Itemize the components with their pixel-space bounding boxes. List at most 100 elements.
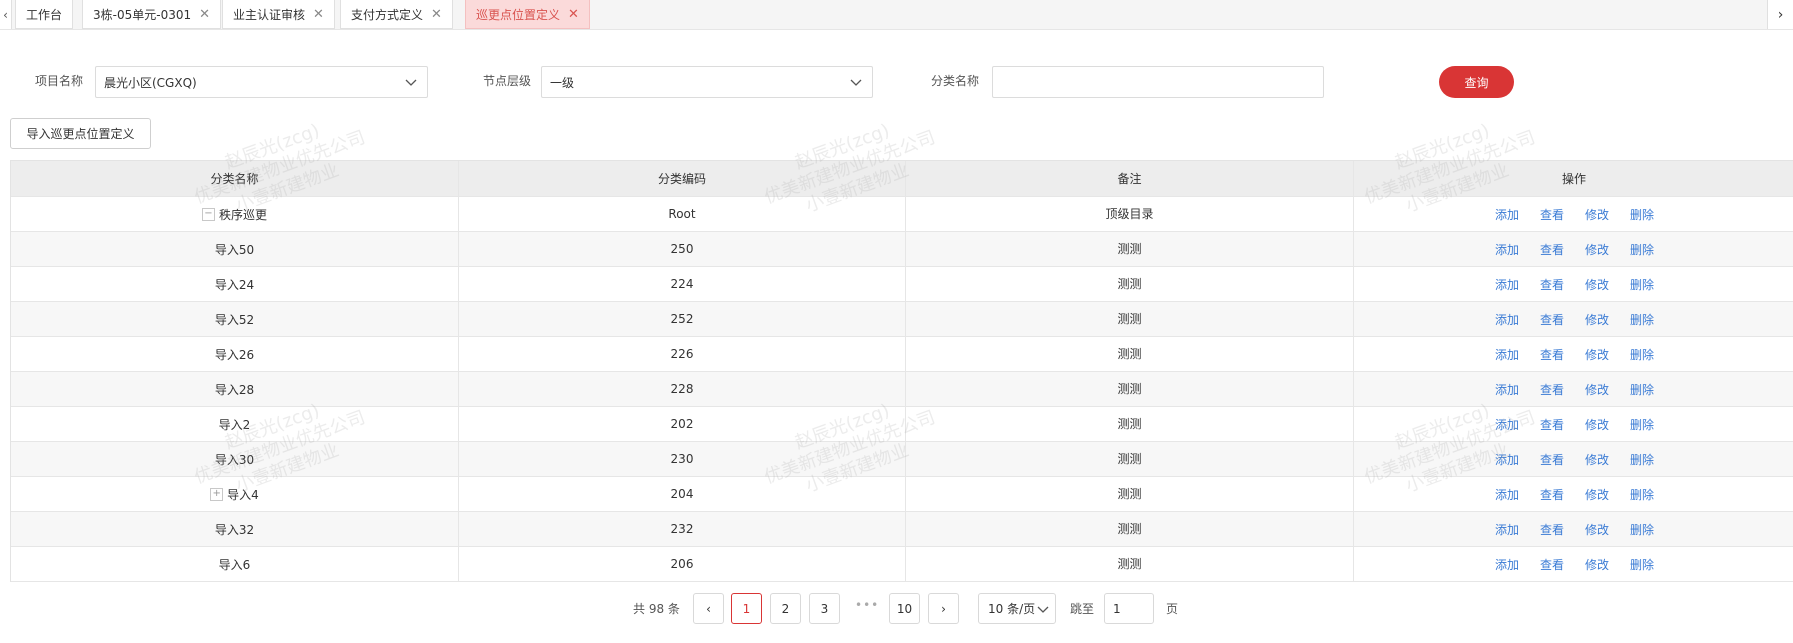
chevron-down-icon bbox=[405, 79, 417, 86]
jump-page-input[interactable]: 1 bbox=[1104, 593, 1154, 624]
close-icon[interactable]: ✕ bbox=[431, 7, 442, 22]
page-suffix: 页 bbox=[1166, 602, 1179, 616]
edit-link[interactable]: 修改 bbox=[1585, 416, 1609, 433]
query-button[interactable]: 查询 bbox=[1439, 66, 1514, 98]
pagination-ellipsis[interactable]: ••• bbox=[855, 598, 878, 612]
actions-cell: 添加 查看 修改 删除 bbox=[1354, 372, 1793, 406]
add-link[interactable]: 添加 bbox=[1495, 416, 1519, 433]
edit-link[interactable]: 修改 bbox=[1585, 486, 1609, 503]
add-link[interactable]: 添加 bbox=[1495, 311, 1519, 328]
add-link[interactable]: 添加 bbox=[1495, 486, 1519, 503]
edit-link[interactable]: 修改 bbox=[1585, 311, 1609, 328]
delete-link[interactable]: 删除 bbox=[1630, 311, 1654, 328]
view-link[interactable]: 查看 bbox=[1540, 416, 1564, 433]
tab-scroll-right-button[interactable]: › bbox=[1767, 0, 1793, 29]
edit-link[interactable]: 修改 bbox=[1585, 521, 1609, 538]
delete-link[interactable]: 删除 bbox=[1630, 241, 1654, 258]
category-code-cell: 252 bbox=[459, 302, 906, 336]
category-name: 导入4 bbox=[227, 487, 259, 502]
view-link[interactable]: 查看 bbox=[1540, 311, 1564, 328]
add-link[interactable]: 添加 bbox=[1495, 241, 1519, 258]
prev-page-button[interactable]: ‹ bbox=[693, 593, 724, 624]
close-icon[interactable]: ✕ bbox=[313, 7, 324, 22]
close-icon[interactable]: ✕ bbox=[568, 7, 579, 22]
delete-link[interactable]: 删除 bbox=[1630, 206, 1654, 223]
expand-icon[interactable]: + bbox=[210, 487, 224, 501]
table-row: 导入30 230 测测 添加 查看 修改 删除 bbox=[11, 442, 1793, 477]
tab-owner-verification[interactable]: 业主认证审核 ✕ bbox=[222, 0, 335, 29]
level-value: 一级 bbox=[550, 75, 575, 90]
view-link[interactable]: 查看 bbox=[1540, 241, 1564, 258]
collapse-icon[interactable]: − bbox=[201, 207, 215, 221]
actions-cell: 添加 查看 修改 删除 bbox=[1354, 442, 1793, 476]
project-label: 项目名称 bbox=[35, 74, 84, 88]
page-button-1[interactable]: 1 bbox=[731, 593, 762, 624]
edit-link[interactable]: 修改 bbox=[1585, 206, 1609, 223]
category-name: 导入24 bbox=[214, 277, 255, 292]
view-link[interactable]: 查看 bbox=[1540, 556, 1564, 573]
category-name-cell: + 导入4 bbox=[11, 477, 459, 511]
delete-link[interactable]: 删除 bbox=[1630, 486, 1654, 503]
delete-link[interactable]: 删除 bbox=[1630, 451, 1654, 468]
edit-link[interactable]: 修改 bbox=[1585, 276, 1609, 293]
tab-room-0301[interactable]: 3栋-05单元-0301 ✕ bbox=[82, 0, 222, 29]
category-code-cell: 228 bbox=[459, 372, 906, 406]
delete-link[interactable]: 删除 bbox=[1630, 416, 1654, 433]
add-link[interactable]: 添加 bbox=[1495, 521, 1519, 538]
delete-link[interactable]: 删除 bbox=[1630, 556, 1654, 573]
table-row: 导入26 226 测测 添加 查看 修改 删除 bbox=[11, 337, 1793, 372]
add-link[interactable]: 添加 bbox=[1495, 451, 1519, 468]
view-link[interactable]: 查看 bbox=[1540, 381, 1564, 398]
delete-link[interactable]: 删除 bbox=[1630, 521, 1654, 538]
add-link[interactable]: 添加 bbox=[1495, 276, 1519, 293]
chevron-down-icon bbox=[1037, 606, 1049, 613]
view-link[interactable]: 查看 bbox=[1540, 276, 1564, 293]
edit-link[interactable]: 修改 bbox=[1585, 451, 1609, 468]
category-code-cell: 230 bbox=[459, 442, 906, 476]
view-link[interactable]: 查看 bbox=[1540, 451, 1564, 468]
category-name-cell: − 秩序巡更 bbox=[11, 197, 459, 231]
delete-link[interactable]: 删除 bbox=[1630, 381, 1654, 398]
view-link[interactable]: 查看 bbox=[1540, 346, 1564, 363]
category-code-cell: 226 bbox=[459, 337, 906, 371]
tab-label: 业主认证审核 bbox=[233, 7, 306, 22]
view-link[interactable]: 查看 bbox=[1540, 486, 1564, 503]
delete-link[interactable]: 删除 bbox=[1630, 346, 1654, 363]
level-label: 节点层级 bbox=[483, 74, 532, 88]
tab-patrol-point[interactable]: 巡更点位置定义 ✕ bbox=[465, 0, 590, 29]
table-row: 导入24 224 测测 添加 查看 修改 删除 bbox=[11, 267, 1793, 302]
tab-workbench[interactable]: 工作台 bbox=[15, 0, 74, 29]
actions-cell: 添加 查看 修改 删除 bbox=[1354, 547, 1793, 581]
next-page-button[interactable]: › bbox=[928, 593, 959, 624]
close-icon[interactable]: ✕ bbox=[199, 7, 210, 22]
add-link[interactable]: 添加 bbox=[1495, 346, 1519, 363]
level-select[interactable]: 一级 bbox=[541, 66, 873, 98]
tab-scroll-left-button[interactable]: ‹ bbox=[0, 0, 12, 29]
edit-link[interactable]: 修改 bbox=[1585, 346, 1609, 363]
category-input[interactable] bbox=[992, 66, 1324, 98]
add-link[interactable]: 添加 bbox=[1495, 206, 1519, 223]
category-code-cell: Root bbox=[459, 197, 906, 231]
category-name-cell: 导入24 bbox=[11, 267, 459, 301]
page-button-10[interactable]: 10 bbox=[889, 593, 920, 624]
category-code-cell: 232 bbox=[459, 512, 906, 546]
edit-link[interactable]: 修改 bbox=[1585, 381, 1609, 398]
view-link[interactable]: 查看 bbox=[1540, 521, 1564, 538]
delete-link[interactable]: 删除 bbox=[1630, 276, 1654, 293]
page-size-select[interactable]: 10 条/页 bbox=[978, 593, 1056, 624]
category-name: 导入28 bbox=[214, 382, 255, 397]
edit-link[interactable]: 修改 bbox=[1585, 241, 1609, 258]
tab-payment-method[interactable]: 支付方式定义 ✕ bbox=[340, 0, 453, 29]
add-link[interactable]: 添加 bbox=[1495, 556, 1519, 573]
import-button[interactable]: 导入巡更点位置定义 bbox=[10, 118, 151, 149]
project-select[interactable]: 晨光小区(CGXQ) bbox=[95, 66, 428, 98]
page-button-3[interactable]: 3 bbox=[809, 593, 840, 624]
edit-link[interactable]: 修改 bbox=[1585, 556, 1609, 573]
category-code-cell: 206 bbox=[459, 547, 906, 581]
actions-cell: 添加 查看 修改 删除 bbox=[1354, 407, 1793, 441]
page-button-2[interactable]: 2 bbox=[770, 593, 801, 624]
tab-label: 3栋-05单元-0301 bbox=[93, 7, 192, 22]
add-link[interactable]: 添加 bbox=[1495, 381, 1519, 398]
view-link[interactable]: 查看 bbox=[1540, 206, 1564, 223]
category-table: 分类名称 分类编码 备注 操作 − 秩序巡更 Root 顶级目录 添加 查看 修改 删除 导入5… bbox=[10, 160, 1793, 582]
